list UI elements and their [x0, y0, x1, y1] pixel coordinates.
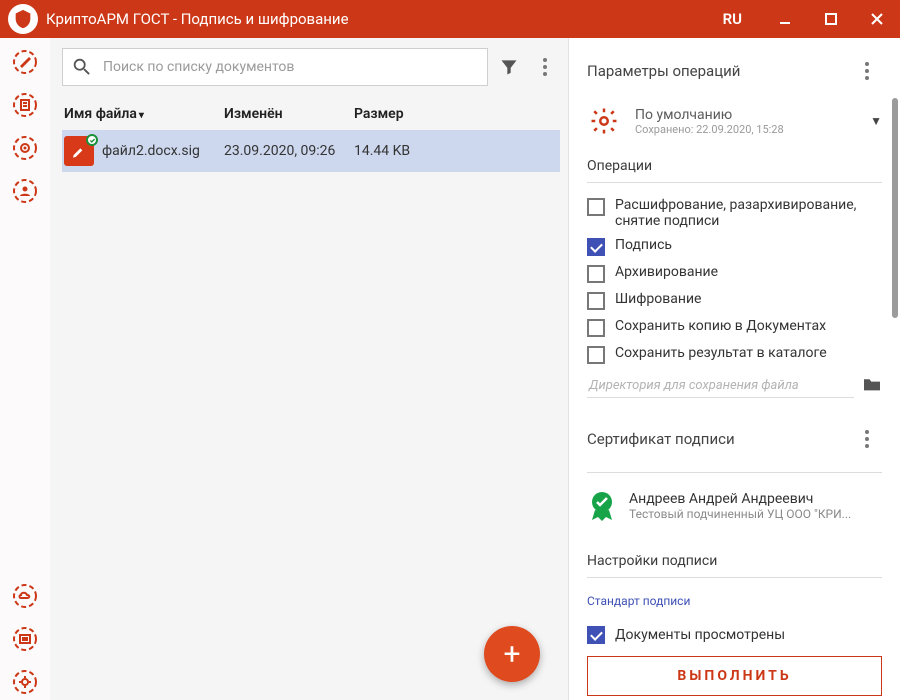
- filter-icon: [499, 57, 519, 77]
- nav-settings-icon[interactable]: [7, 664, 43, 700]
- nav-certificates-icon[interactable]: [7, 130, 43, 166]
- params-menu-button[interactable]: [852, 52, 882, 90]
- nav-log-icon[interactable]: [7, 621, 43, 657]
- col-name[interactable]: Имя файла▾: [64, 106, 224, 122]
- search-input[interactable]: [103, 59, 479, 75]
- file-menu-button[interactable]: [530, 48, 560, 86]
- op-sign[interactable]: Подпись: [569, 233, 900, 260]
- dots-vertical-icon: [543, 58, 547, 76]
- folder-browse-button[interactable]: [862, 376, 882, 396]
- profile-saved: Сохранено: 22.09.2020, 15:28: [635, 123, 856, 136]
- sort-caret-icon: ▾: [139, 110, 144, 121]
- file-row[interactable]: файл2.docx.sig 23.09.2020, 09:26 14.44 K…: [62, 130, 560, 172]
- gear-icon: [587, 104, 621, 138]
- scrollbar[interactable]: [892, 98, 898, 318]
- divider: [587, 577, 882, 578]
- nav-contacts-icon[interactable]: [7, 173, 43, 209]
- params-header: Параметры операций: [587, 62, 852, 80]
- op-save-dir[interactable]: Сохранить результат в каталоге: [569, 341, 900, 368]
- op-encrypt[interactable]: Шифрование: [569, 287, 900, 314]
- nav-cloud-icon[interactable]: [7, 578, 43, 614]
- divider: [587, 472, 882, 473]
- dots-vertical-icon: [865, 62, 869, 80]
- search-box[interactable]: [62, 48, 488, 86]
- docs-viewed-checkbox[interactable]: Документы просмотрены: [569, 618, 900, 656]
- op-decrypt[interactable]: Расшифрование, разархивирование, снятие …: [569, 193, 900, 233]
- cert-header: Сертификат подписи: [587, 430, 852, 448]
- checkbox[interactable]: [587, 292, 605, 310]
- certificate-ribbon-icon: [587, 489, 617, 523]
- execute-button[interactable]: ВЫПОЛНИТЬ: [587, 656, 882, 696]
- window-title: КриптоАРМ ГОСТ - Подпись и шифрование: [46, 10, 703, 28]
- add-file-fab[interactable]: +: [484, 626, 540, 682]
- nav-sign-icon[interactable]: [7, 44, 43, 80]
- col-modified[interactable]: Изменён: [224, 106, 354, 122]
- checkbox[interactable]: [587, 319, 605, 337]
- checkbox[interactable]: [587, 346, 605, 364]
- filter-button[interactable]: [494, 48, 524, 86]
- cert-owner: Андреев Андрей Андреевич: [629, 491, 851, 507]
- checkbox[interactable]: [587, 265, 605, 283]
- cert-issuer: Тестовый подчиненный УЦ ООО "КРИ...: [629, 507, 851, 521]
- cert-menu-button[interactable]: [852, 420, 882, 458]
- chevron-down-icon: ▼: [870, 114, 882, 128]
- verified-badge-icon: [86, 134, 98, 146]
- op-save-docs[interactable]: Сохранить копию в Документах: [569, 314, 900, 341]
- profile-selector[interactable]: По умолчанию Сохранено: 22.09.2020, 15:2…: [569, 100, 900, 152]
- dots-vertical-icon: [865, 430, 869, 448]
- column-headers: Имя файла▾ Изменён Размер: [62, 100, 560, 130]
- save-directory-input[interactable]: Директория для сохранения файла: [587, 374, 854, 398]
- file-type-icon: [64, 136, 94, 166]
- file-panel: Имя файла▾ Изменён Размер файл2.docx.sig…: [50, 38, 568, 700]
- minimize-button[interactable]: [762, 0, 808, 38]
- checkbox[interactable]: [587, 626, 605, 644]
- certificate-item[interactable]: Андреев Андрей Андреевич Тестовый подчин…: [569, 483, 900, 529]
- checkbox[interactable]: [587, 198, 605, 216]
- profile-name: По умолчанию: [635, 107, 856, 123]
- maximize-button[interactable]: [808, 0, 854, 38]
- file-size: 14.44 KB: [354, 143, 558, 159]
- params-panel: Параметры операций По умолчанию Сохранен…: [568, 38, 900, 700]
- file-modified: 23.09.2020, 09:26: [224, 143, 354, 159]
- sign-standard-link[interactable]: Стандарт подписи: [569, 588, 900, 618]
- op-archive[interactable]: Архивирование: [569, 260, 900, 287]
- file-name: файл2.docx.sig: [102, 143, 224, 159]
- search-icon: [71, 56, 93, 78]
- nav-documents-icon[interactable]: [7, 87, 43, 123]
- sidebar: [0, 38, 50, 700]
- language-indicator[interactable]: RU: [703, 10, 762, 28]
- ops-header: Операции: [569, 152, 900, 178]
- titlebar: КриптоАРМ ГОСТ - Подпись и шифрование RU: [0, 0, 900, 38]
- checkbox[interactable]: [587, 238, 605, 256]
- sign-settings-header: Настройки подписи: [569, 547, 900, 573]
- close-button[interactable]: [854, 0, 900, 38]
- app-logo: [8, 4, 38, 34]
- divider: [587, 182, 882, 183]
- col-size[interactable]: Размер: [354, 106, 558, 122]
